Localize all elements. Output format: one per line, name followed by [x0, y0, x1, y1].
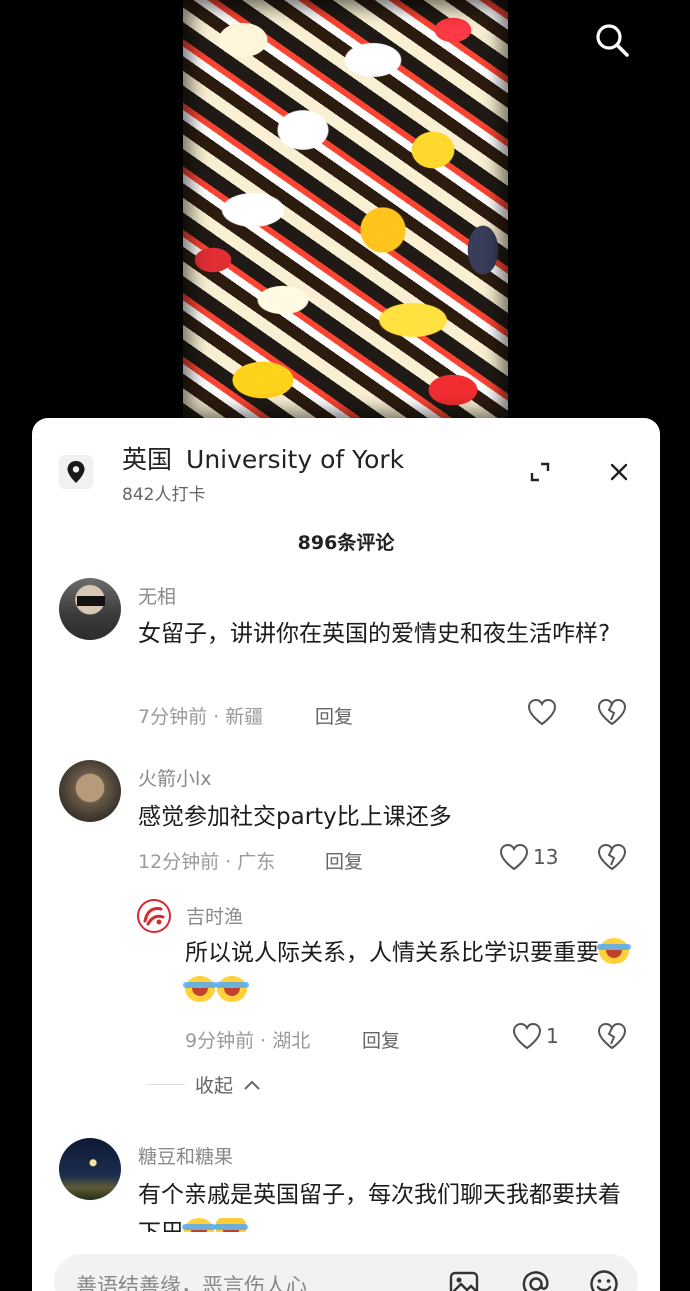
avatar[interactable]: [59, 760, 121, 822]
comment-username[interactable]: 糖豆和糖果: [138, 1142, 233, 1169]
mention-button[interactable]: [520, 1268, 552, 1291]
location-country: 英国: [122, 445, 173, 474]
heart-icon: [527, 698, 557, 726]
heart-icon: [499, 843, 529, 871]
laugh-cry-emoji-icon: [215, 976, 249, 1002]
search-icon: [596, 24, 629, 57]
comment-username[interactable]: 无相: [138, 582, 176, 609]
broken-heart-icon: [597, 698, 627, 726]
broken-heart-icon: [597, 1022, 627, 1050]
reply-button[interactable]: 回复: [315, 702, 353, 729]
at-icon: [522, 1271, 549, 1291]
comment-text: 所以说人际关系，人情关系比学识要重要: [183, 934, 640, 1010]
laugh-cry-emoji-icon: [183, 976, 217, 1002]
location-pin-icon: [59, 455, 93, 489]
laugh-cry-emoji-icon: [597, 938, 631, 964]
avatar[interactable]: [137, 899, 171, 933]
image-button[interactable]: [448, 1268, 480, 1291]
chevron-up-icon: [244, 1080, 260, 1090]
comment-input-bar[interactable]: 善语结善缘，恶言伤人心: [54, 1254, 638, 1291]
avatar-mask: [77, 596, 105, 606]
like-button[interactable]: [527, 698, 557, 726]
image-icon: [449, 1271, 479, 1291]
expand-button[interactable]: [526, 458, 554, 486]
avatar[interactable]: [59, 578, 121, 640]
comment-sheet: 英国 University of York 842人打卡 896条评论 无相 女留…: [32, 418, 660, 1291]
avatar[interactable]: [59, 1138, 121, 1200]
comment-item: 糖豆和糖果 有个亲戚是英国留子，每次我们聊天我都要扶着下巴: [32, 1136, 660, 1232]
thumbs-up-emoji-icon: [214, 1218, 248, 1232]
heart-icon: [512, 1022, 542, 1050]
dislike-button[interactable]: [597, 698, 627, 730]
like-count: 1: [546, 1024, 559, 1048]
comment-count: 896条评论: [297, 532, 395, 554]
close-button[interactable]: [605, 458, 633, 486]
comment-text: 有个亲戚是英国留子，每次我们聊天我都要扶着下巴: [138, 1176, 638, 1232]
comment-username[interactable]: 火箭小lx: [138, 764, 212, 791]
emoji-button[interactable]: [588, 1268, 620, 1291]
checkin-count: 842人打卡: [122, 485, 206, 505]
like-button[interactable]: 13: [499, 843, 558, 871]
comment-meta: 7分钟前 · 新疆: [138, 706, 264, 728]
comment-text: 感觉参加社交party比上课还多: [138, 804, 452, 830]
comment-meta: 9分钟前 · 湖北: [185, 1030, 311, 1052]
comment-username[interactable]: 吉时渔: [186, 902, 243, 929]
collapse-label: 收起: [195, 1075, 234, 1097]
search-button[interactable]: [590, 18, 634, 62]
dislike-button[interactable]: [597, 843, 627, 875]
location-title[interactable]: 英国 University of York: [122, 440, 404, 476]
collapse-replies-button[interactable]: 收起: [147, 1071, 261, 1098]
location-place: University of York: [186, 445, 405, 474]
broken-heart-icon: [597, 843, 627, 871]
comment-input[interactable]: 善语结善缘，恶言伤人心: [76, 1270, 307, 1291]
reply-text: 所以说人际关系，人情关系比学识要重要: [185, 940, 599, 966]
like-button[interactable]: 1: [512, 1022, 559, 1050]
close-icon: [610, 463, 628, 481]
expand-icon: [530, 462, 550, 482]
laugh-cry-emoji-icon: [182, 1218, 216, 1232]
location-header[interactable]: 英国 University of York 842人打卡: [32, 418, 660, 518]
avatar-logo: [143, 907, 165, 926]
video-frame: [183, 0, 508, 420]
divider: [147, 1084, 185, 1085]
comment-text: 女留子，讲讲你在英国的爱情史和夜生活咋样?: [138, 621, 611, 647]
reply-button[interactable]: 回复: [362, 1026, 400, 1053]
comment-meta: 12分钟前 · 广东: [138, 851, 276, 873]
reply-button[interactable]: 回复: [325, 847, 363, 874]
like-count: 13: [533, 845, 559, 869]
emoji-icon: [590, 1270, 618, 1291]
dislike-button[interactable]: [597, 1022, 627, 1054]
video-player[interactable]: [0, 0, 690, 430]
